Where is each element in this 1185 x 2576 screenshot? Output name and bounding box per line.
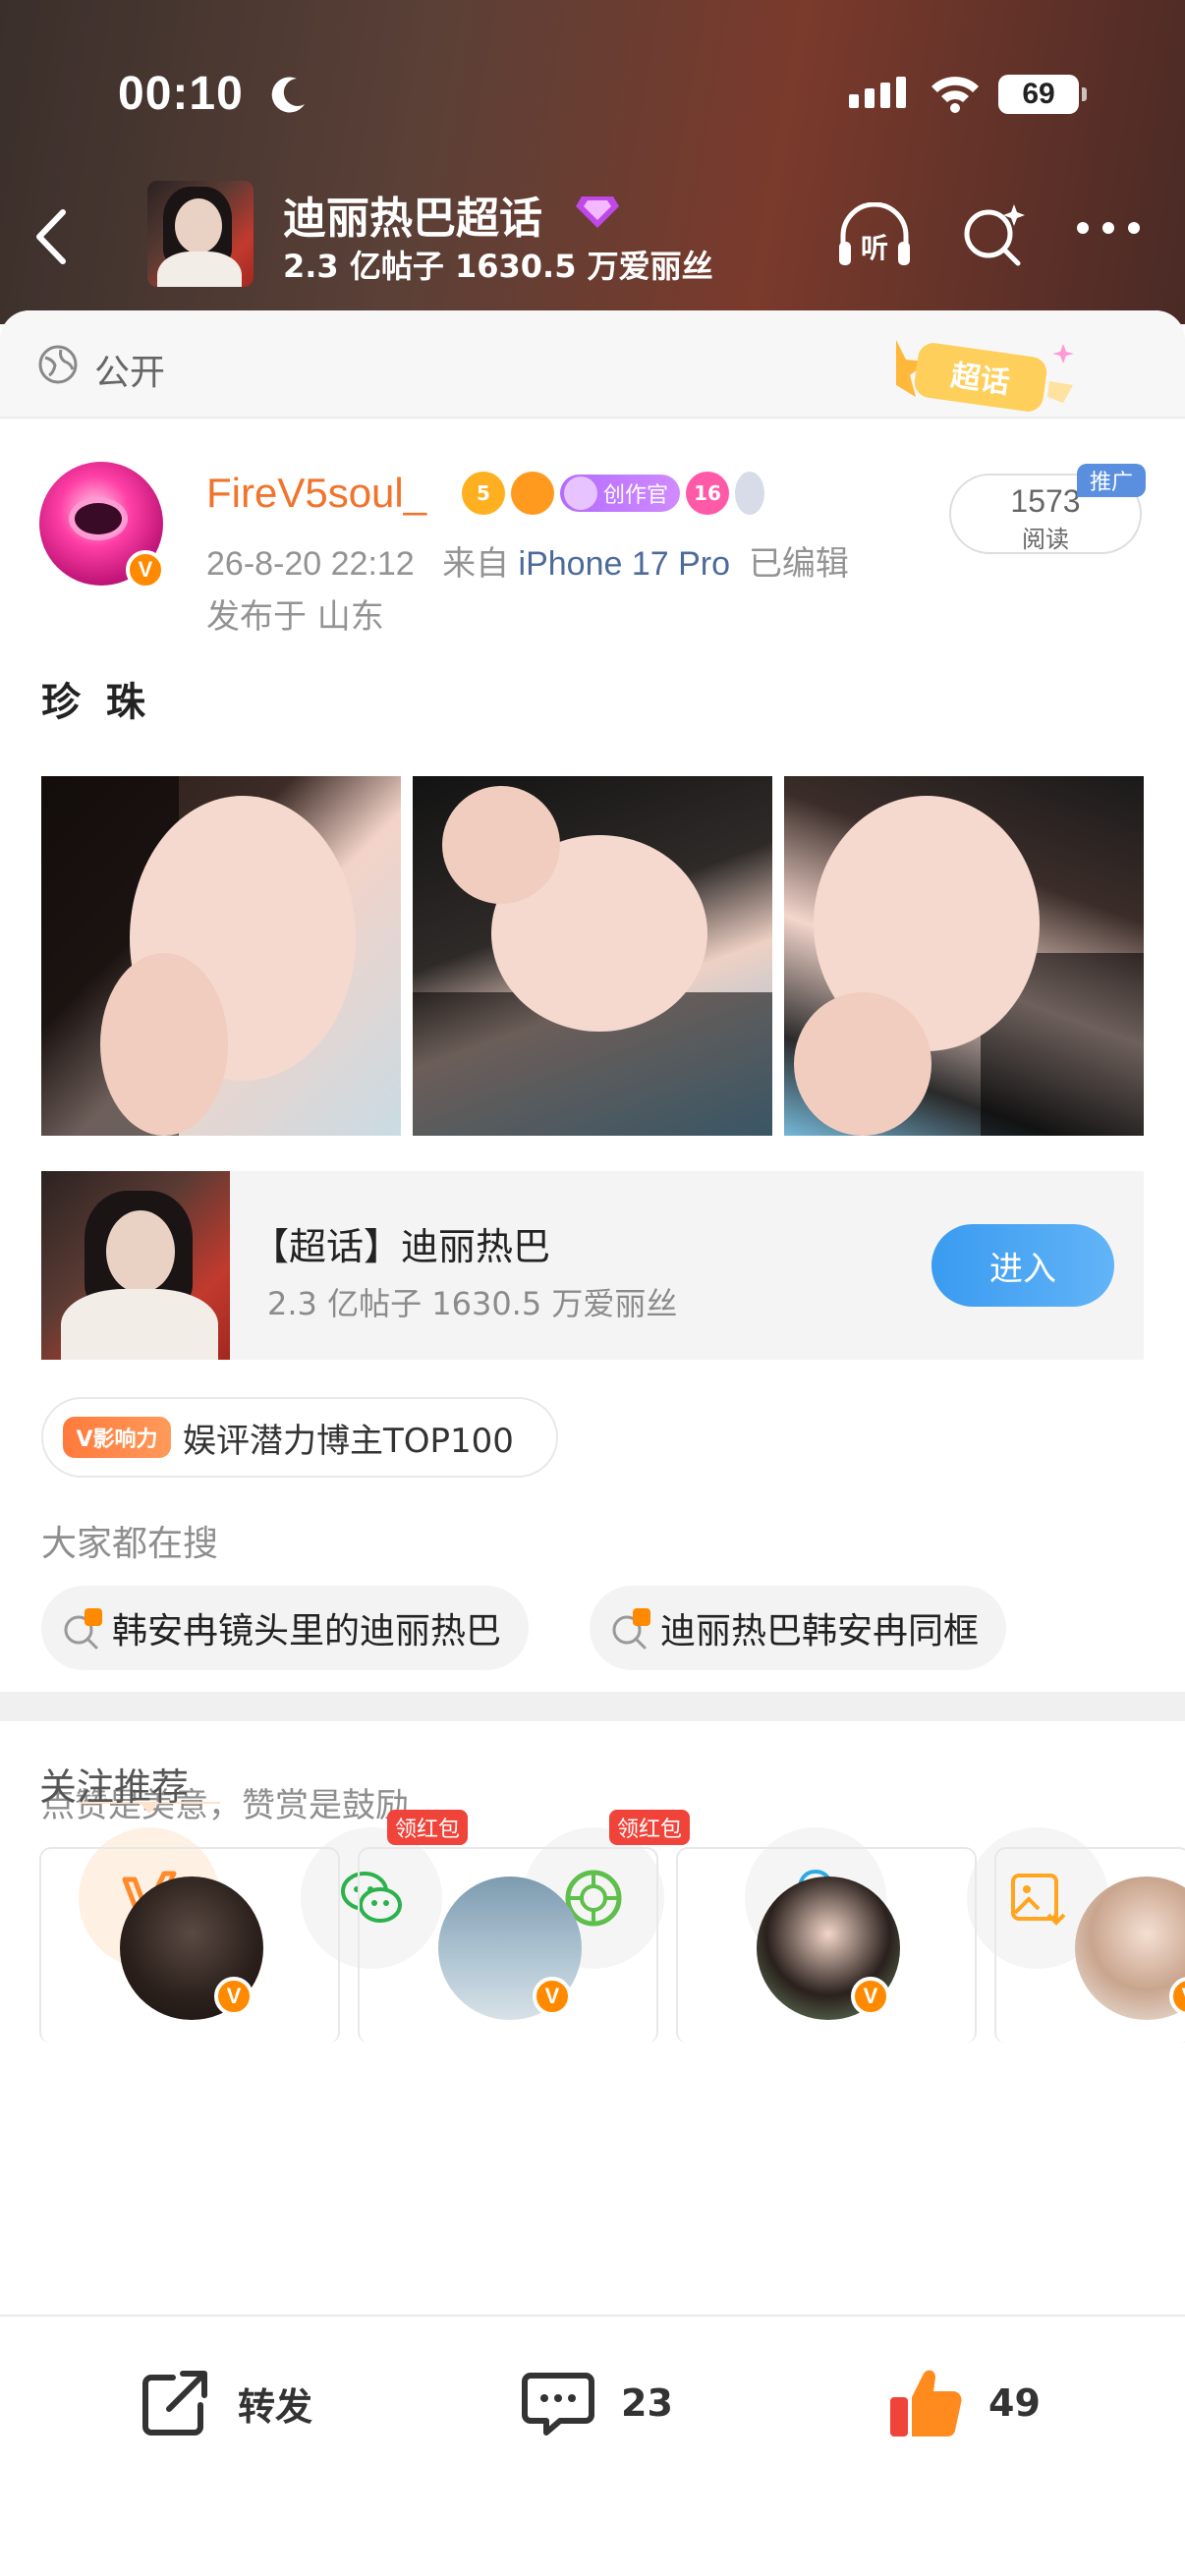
visibility-bar: 公开 超话 [0, 310, 1185, 419]
hot-search-icon [64, 1608, 102, 1650]
globe-icon [38, 345, 78, 384]
verified-badge-icon: V [126, 550, 165, 589]
verified-badge-icon: V [533, 1977, 572, 2016]
fish-icon [511, 472, 554, 515]
sparkle-search-icon[interactable] [959, 200, 1028, 269]
creator-badge-label: 创作官 [603, 483, 669, 508]
influence-text: 娱评潜力博主TOP100 [183, 1421, 514, 1461]
author-badges: 5 创作官 16 [462, 472, 765, 515]
signal-icon [849, 77, 906, 108]
visibility-label: 公开 [94, 353, 166, 393]
post-photo[interactable] [41, 776, 401, 1136]
comment-icon [522, 2373, 594, 2436]
wifi-icon [931, 77, 979, 113]
comment-button[interactable]: 23 [517, 2362, 673, 2444]
redpack-badge: 领红包 [609, 1810, 691, 1845]
back-button[interactable] [28, 202, 77, 271]
read-label: 阅读 [1022, 526, 1069, 553]
post-meta: 26-8-20 22:12 来自 iPhone 17 Pro 已编辑 [206, 536, 849, 585]
repost-label: 转发 [238, 2384, 313, 2429]
recommend-card[interactable]: V [358, 1847, 658, 2044]
edited-label[interactable]: 已编辑 [749, 545, 849, 583]
topic-title[interactable]: 迪丽热巴超话 [283, 183, 542, 246]
like-count: 49 [988, 2381, 1041, 2425]
bottom-action-bar: 转发 23 49 [0, 2315, 1185, 2576]
topic-avatar[interactable] [147, 181, 254, 287]
level-badge-number: 5 [477, 481, 490, 505]
fan-level-gem-icon: 16 [686, 472, 730, 515]
fan-level-number: 16 [694, 481, 721, 505]
repost-button[interactable]: 转发 [134, 2362, 312, 2444]
like-button[interactable]: 49 [884, 2362, 1041, 2444]
section-divider [0, 1692, 1185, 1721]
promo-tag: 推广 [1077, 464, 1146, 497]
supertopic-stats: 2.3 亿帖子 1630.5 万爱丽丝 [267, 1285, 678, 1322]
trending-search-text: 韩安冉镜头里的迪丽热巴 [112, 1611, 502, 1652]
figure-icon [735, 472, 765, 515]
recommend-title: 关注推荐 [39, 1765, 190, 1809]
author-name[interactable]: FireV5soul_ [206, 470, 426, 517]
post-text: 珍 珠 [41, 680, 151, 725]
more-horizontal-icon[interactable] [1077, 222, 1146, 246]
influence-pill[interactable]: V影响力 娱评潜力博主TOP100 [41, 1397, 558, 1478]
battery-indicator: 69 [998, 75, 1087, 114]
crown-level-icon: 5 [462, 472, 505, 515]
status-time: 00:10 [118, 68, 244, 120]
post-photo[interactable] [784, 776, 1144, 1136]
listen-label: 听 [861, 232, 888, 264]
trending-label: 大家都在搜 [41, 1524, 219, 1564]
listen-button[interactable]: 听 [835, 202, 914, 271]
redpack-badge: 领红包 [387, 1810, 469, 1845]
post-card: 公开 超话 V FireV5soul_ 5 创作官 16 26-8-20 22:… [0, 310, 1185, 2576]
supertopic-thumb [41, 1171, 230, 1360]
influence-tag: V影响力 [63, 1417, 171, 1458]
thumbs-up-icon [890, 2370, 962, 2436]
verified-badge-icon: V [214, 1977, 254, 2016]
supertopic-title: 【超话】迪丽热巴 [252, 1225, 551, 1268]
trending-search-text: 迪丽热巴韩安冉同框 [660, 1611, 980, 1652]
recommend-card[interactable]: V [994, 1847, 1185, 2044]
supertopic-badge: 超话 [896, 340, 1074, 412]
verified-badge-icon: V [851, 1977, 890, 2016]
gem-icon [576, 196, 619, 228]
source-prefix: 来自 [442, 545, 510, 583]
supertopic-card[interactable]: 【超话】迪丽热巴 2.3 亿帖子 1630.5 万爱丽丝 进入 [41, 1171, 1144, 1360]
post-location: 发布于 山东 [206, 597, 384, 637]
creator-badge: 创作官 [560, 475, 681, 512]
topic-header: 00:10 69 迪丽热巴超话 2.3 亿帖子 1630.5 万爱丽丝 听 [0, 0, 1185, 324]
post-device[interactable]: iPhone 17 Pro [519, 545, 731, 583]
enter-button[interactable]: 进入 [931, 1224, 1114, 1307]
recommend-card[interactable]: V [39, 1847, 340, 2044]
comment-count: 23 [621, 2381, 673, 2425]
topic-stats: 2.3 亿帖子 1630.5 万爱丽丝 [283, 248, 713, 285]
post-photo[interactable] [413, 776, 772, 1136]
recommend-card[interactable]: V [676, 1847, 977, 2044]
moon-icon [271, 77, 305, 113]
photo-grid [41, 776, 1144, 1136]
trending-search-chip[interactable]: 迪丽热巴韩安冉同框 [590, 1586, 1007, 1670]
post-timestamp: 26-8-20 22:12 [206, 545, 415, 583]
trending-search-chip[interactable]: 韩安冉镜头里的迪丽热巴 [41, 1586, 530, 1670]
share-arrow-icon [142, 2371, 207, 2436]
hot-search-icon [612, 1608, 650, 1650]
